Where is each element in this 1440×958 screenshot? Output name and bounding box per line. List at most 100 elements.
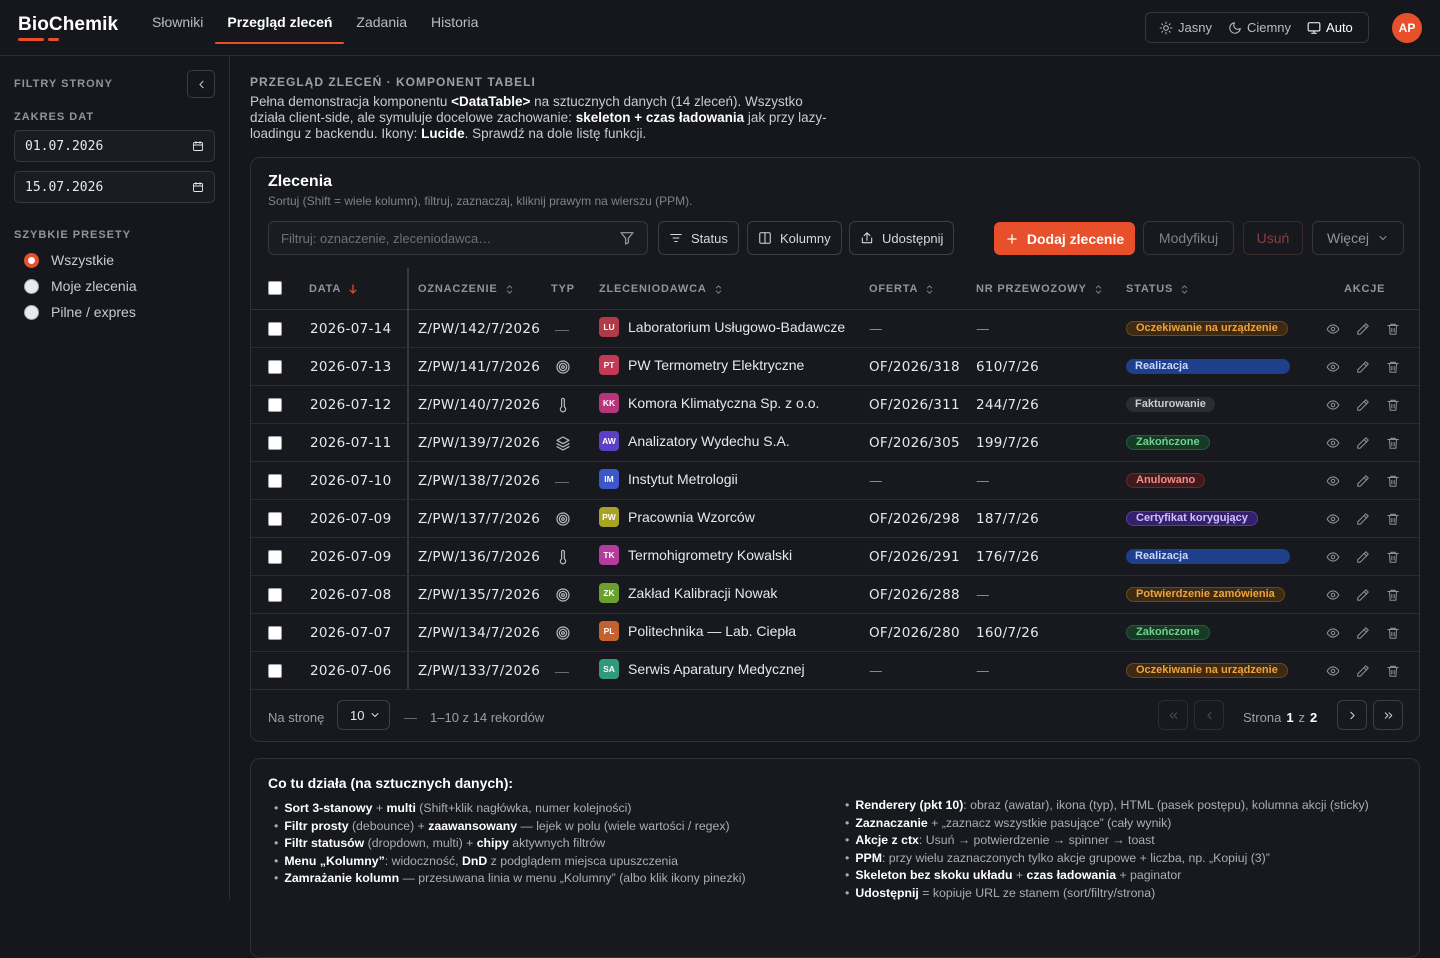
edit-action[interactable] [1356, 626, 1370, 640]
last-page-button[interactable] [1373, 700, 1403, 730]
per-page-select[interactable]: 10 [337, 700, 390, 730]
table-row[interactable]: 2026-07-08 Z/PW/135/7/2026 ZK Zakład Kalibr… [251, 576, 1419, 614]
view-action[interactable] [1326, 322, 1340, 336]
row-checkbox[interactable] [268, 360, 282, 374]
app-logo[interactable]: BioChemik [18, 14, 118, 36]
table-row[interactable]: 2026-07-14 Z/PW/142/7/2026 — LU Laboratorium… [251, 310, 1419, 348]
edit-action[interactable] [1356, 398, 1370, 412]
cell-code[interactable]: Z/PW/136/7/2026 [418, 538, 540, 576]
preset-urgent-radio[interactable]: Pilne / expres [24, 304, 136, 320]
user-avatar[interactable]: AP [1392, 13, 1422, 43]
select-all-checkbox[interactable] [268, 281, 282, 295]
row-checkbox[interactable] [268, 436, 282, 450]
edit-action[interactable] [1356, 664, 1370, 678]
next-page-button[interactable] [1337, 700, 1367, 730]
nav-item-tasks[interactable]: Zadania [344, 0, 419, 44]
delete-button[interactable]: Usuń [1243, 221, 1303, 255]
calendar-icon[interactable] [192, 140, 204, 152]
delete-action[interactable] [1386, 474, 1400, 488]
delete-action[interactable] [1386, 436, 1400, 450]
add-order-button[interactable]: Dodaj zlecenie [994, 222, 1135, 255]
date-from-input[interactable]: 01.07.2026 [14, 130, 215, 162]
edit-action[interactable] [1356, 588, 1370, 602]
cell-code[interactable]: Z/PW/135/7/2026 [418, 576, 540, 614]
column-header-transport[interactable]: NR PRZEWOZOWY [976, 268, 1104, 310]
view-action[interactable] [1326, 512, 1340, 526]
cell-code[interactable]: Z/PW/142/7/2026 [418, 310, 540, 348]
cell-code[interactable]: Z/PW/140/7/2026 [418, 386, 540, 424]
column-header-offer[interactable]: OFERTA [869, 268, 935, 310]
calendar-icon[interactable] [192, 181, 204, 193]
table-row[interactable]: 2026-07-10 Z/PW/138/7/2026 — IM Instytut Met… [251, 462, 1419, 500]
nav-item-history[interactable]: Historia [419, 0, 490, 44]
view-action[interactable] [1326, 474, 1340, 488]
cell-code[interactable]: Z/PW/138/7/2026 [418, 462, 540, 500]
edit-action[interactable] [1356, 322, 1370, 336]
view-action[interactable] [1326, 398, 1340, 412]
column-header-date[interactable]: DATA [309, 268, 359, 310]
view-action[interactable] [1326, 664, 1340, 678]
status-filter-button[interactable]: Status [658, 221, 739, 255]
features-list-left: Sort 3-stanowy + multi (Shift+klik nagłó… [274, 800, 745, 888]
row-checkbox[interactable] [268, 550, 282, 564]
first-page-button[interactable] [1158, 700, 1188, 730]
funnel-icon[interactable] [619, 230, 635, 246]
theme-dark-button[interactable]: Ciemny [1221, 15, 1298, 40]
table-row[interactable]: 2026-07-13 Z/PW/141/7/2026 PT PW Termometry… [251, 348, 1419, 386]
more-button[interactable]: Więcej [1312, 221, 1404, 255]
table-row[interactable]: 2026-07-09 Z/PW/137/7/2026 PW Pracownia Wzo… [251, 500, 1419, 538]
collapse-sidebar-button[interactable] [187, 70, 215, 98]
nav-item-dictionaries[interactable]: Słowniki [140, 0, 215, 44]
view-action[interactable] [1326, 436, 1340, 450]
delete-action[interactable] [1386, 322, 1400, 336]
prev-page-button[interactable] [1194, 700, 1224, 730]
delete-action[interactable] [1386, 626, 1400, 640]
table-row[interactable]: 2026-07-12 Z/PW/140/7/2026 KK Komora Klimat… [251, 386, 1419, 424]
edit-action[interactable] [1356, 436, 1370, 450]
edit-action[interactable] [1356, 512, 1370, 526]
table-filter-input[interactable]: Filtruj: oznaczenie, zleceniodawca… [268, 221, 648, 255]
row-checkbox[interactable] [268, 398, 282, 412]
delete-action[interactable] [1386, 512, 1400, 526]
delete-action[interactable] [1386, 588, 1400, 602]
column-header-type[interactable]: TYP [551, 268, 575, 310]
table-row[interactable]: 2026-07-06 Z/PW/133/7/2026 — SA Serwis Apara… [251, 652, 1419, 690]
preset-all-radio[interactable]: Wszystkie [24, 252, 114, 268]
view-action[interactable] [1326, 360, 1340, 374]
edit-action[interactable] [1356, 360, 1370, 374]
column-header-client[interactable]: ZLECENIODAWCA [599, 268, 724, 310]
edit-action[interactable] [1356, 550, 1370, 564]
table-row[interactable]: 2026-07-07 Z/PW/134/7/2026 PL Politechnika … [251, 614, 1419, 652]
cell-code[interactable]: Z/PW/134/7/2026 [418, 614, 540, 652]
view-action[interactable] [1326, 626, 1340, 640]
delete-action[interactable] [1386, 550, 1400, 564]
edit-action[interactable] [1356, 474, 1370, 488]
delete-action[interactable] [1386, 398, 1400, 412]
delete-action[interactable] [1386, 664, 1400, 678]
preset-mine-radio[interactable]: Moje zlecenia [24, 278, 137, 294]
column-header-status[interactable]: STATUS [1126, 268, 1190, 310]
column-header-code[interactable]: OZNACZENIE [418, 268, 515, 310]
view-action[interactable] [1326, 550, 1340, 564]
cell-code[interactable]: Z/PW/139/7/2026 [418, 424, 540, 462]
modify-button[interactable]: Modyfikuj [1143, 221, 1234, 255]
row-checkbox[interactable] [268, 322, 282, 336]
delete-action[interactable] [1386, 360, 1400, 374]
row-checkbox[interactable] [268, 474, 282, 488]
table-row[interactable]: 2026-07-11 Z/PW/139/7/2026 AW Analizatory W… [251, 424, 1419, 462]
row-checkbox[interactable] [268, 626, 282, 640]
theme-auto-button[interactable]: Auto [1300, 15, 1360, 40]
view-action[interactable] [1326, 588, 1340, 602]
row-checkbox[interactable] [268, 664, 282, 678]
table-row[interactable]: 2026-07-09 Z/PW/136/7/2026 TK Termohigromet… [251, 538, 1419, 576]
row-checkbox[interactable] [268, 512, 282, 526]
cell-code[interactable]: Z/PW/133/7/2026 [418, 652, 540, 690]
columns-button[interactable]: Kolumny [747, 221, 842, 255]
cell-code[interactable]: Z/PW/141/7/2026 [418, 348, 540, 386]
nav-item-orders-review[interactable]: Przegląd zleceń [215, 0, 345, 44]
row-checkbox[interactable] [268, 588, 282, 602]
cell-code[interactable]: Z/PW/137/7/2026 [418, 500, 540, 538]
theme-light-button[interactable]: Jasny [1152, 15, 1219, 40]
share-button[interactable]: Udostępnij [849, 221, 955, 255]
date-to-input[interactable]: 15.07.2026 [14, 171, 215, 203]
